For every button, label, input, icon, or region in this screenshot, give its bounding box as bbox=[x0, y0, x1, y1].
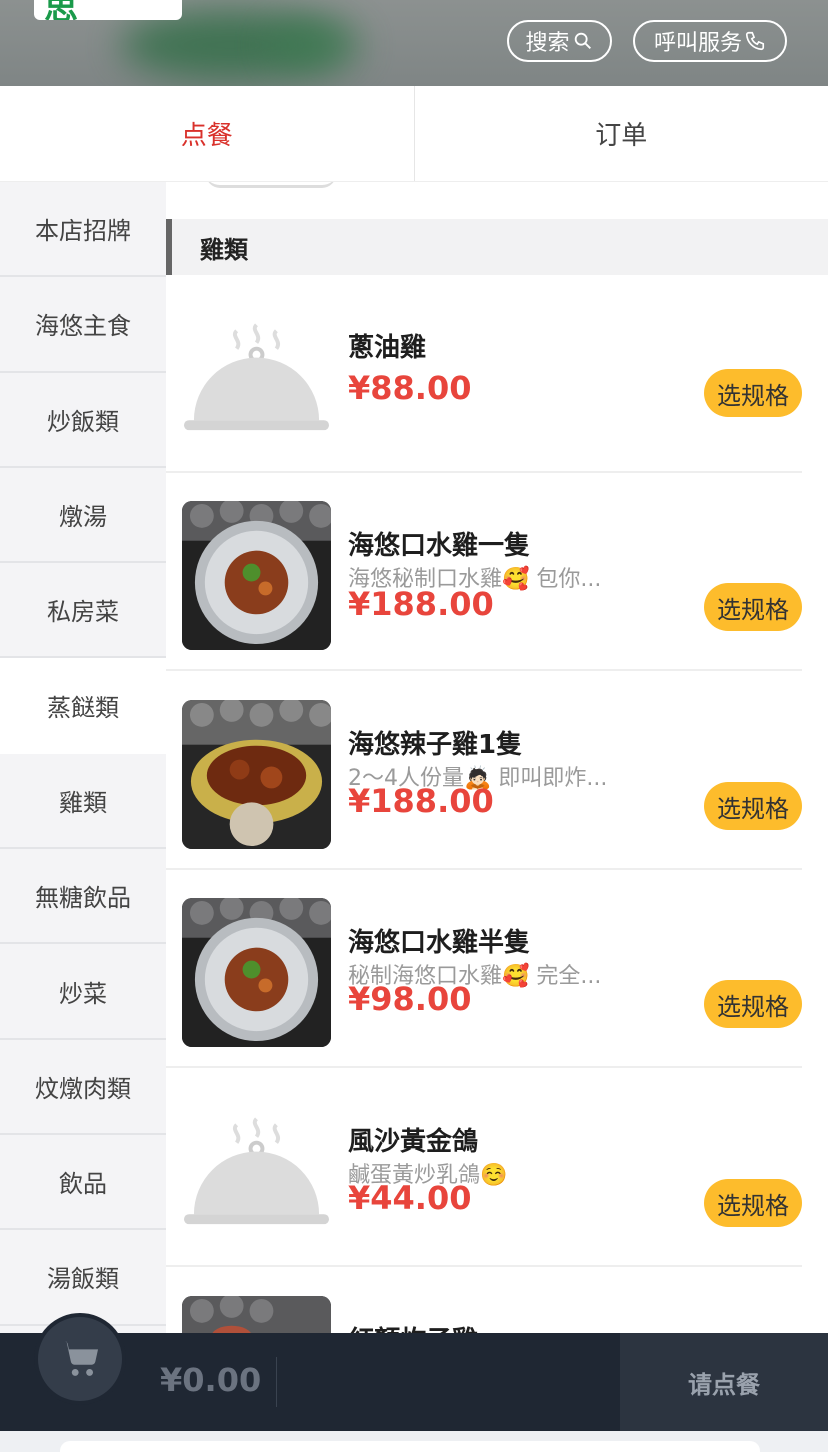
menu-item[interactable]: 海悠口水雞半隻 秘制海悠口水雞🥰 完全... ¥98.00 选规格 bbox=[166, 870, 802, 1068]
sidebar-item-drinks[interactable]: 飲品 bbox=[0, 1135, 166, 1231]
search-icon bbox=[574, 32, 591, 49]
previous-item-edge bbox=[206, 182, 336, 188]
dish-photo bbox=[182, 700, 331, 849]
category-sidebar: 本店招牌 海悠主食 炒飯類 燉湯 私房菜 蒸餸類 雞類 無糖飲品 炒菜 炆燉肉類… bbox=[0, 182, 166, 1333]
dish-photo bbox=[182, 1296, 331, 1333]
sidebar-item-sugar-free-drinks[interactable]: 無糖飲品 bbox=[0, 849, 166, 945]
sidebar-item-braised-meat[interactable]: 炆燉肉類 bbox=[0, 1040, 166, 1135]
select-spec-button[interactable]: 选规格 bbox=[704, 369, 802, 417]
dish-photo bbox=[182, 898, 331, 1047]
menu-item[interactable]: 海悠口水雞一隻 海悠秘制口水雞🥰 包你... ¥188.00 选规格 bbox=[166, 473, 802, 671]
main-tabs: 点餐 订单 bbox=[0, 86, 828, 182]
item-name: 蔥油雞 bbox=[348, 333, 427, 363]
menu-item[interactable]: 蔥油雞 ¥88.00 选规格 bbox=[166, 275, 802, 473]
cart-icon bbox=[60, 1341, 99, 1376]
search-label: 搜索 bbox=[525, 31, 570, 56]
item-name: 海悠口水雞半隻 bbox=[348, 928, 531, 958]
store-logo: 思 bbox=[34, 0, 182, 20]
menu-item[interactable]: 紅顏炸子雞 bbox=[166, 1268, 802, 1333]
select-spec-button[interactable]: 选规格 bbox=[704, 583, 802, 631]
menu-item[interactable]: 風沙黃金鴿 鹹蛋黃炒乳鴿☺️ ¥44.00 选规格 bbox=[166, 1069, 802, 1267]
phone-icon bbox=[745, 31, 765, 51]
cart-total: ¥0.00 bbox=[160, 1361, 262, 1399]
section-header: 雞類 bbox=[166, 219, 828, 275]
placeholder-cloche-icon bbox=[182, 303, 331, 452]
select-spec-button[interactable]: 选规格 bbox=[704, 1179, 802, 1227]
sidebar-item-soup-rice[interactable]: 湯飯類 bbox=[0, 1230, 166, 1326]
store-banner: 思 搜索 呼叫服务 bbox=[0, 0, 828, 86]
sidebar-item-chicken[interactable]: 雞類 bbox=[0, 754, 166, 850]
call-service-button[interactable]: 呼叫服务 bbox=[633, 20, 787, 62]
bottom-safe-area bbox=[0, 1431, 828, 1452]
item-name: 風沙黃金鴿 bbox=[348, 1127, 479, 1157]
item-price: ¥188.00 bbox=[348, 585, 494, 623]
sidebar-item-fried-rice[interactable]: 炒飯類 bbox=[0, 373, 166, 468]
placeholder-cloche-icon bbox=[182, 1097, 331, 1246]
menu-list[interactable]: 雞類 蔥油雞 ¥88.00 选规格 海悠口水雞一隻 海悠秘制口水雞🥰 包你...… bbox=[166, 182, 828, 1333]
cart-divider bbox=[276, 1357, 277, 1407]
menu-item[interactable]: 海悠辣子雞1隻 2～4人份量🙇🏻 即叫即炸... ¥188.00 选规格 bbox=[166, 672, 802, 870]
cart-bar: ¥0.00 请点餐 bbox=[0, 1313, 828, 1431]
search-button[interactable]: 搜索 bbox=[507, 20, 612, 62]
item-price: ¥98.00 bbox=[348, 980, 472, 1018]
tab-order-food[interactable]: 点餐 bbox=[0, 86, 415, 181]
call-service-label: 呼叫服务 bbox=[653, 31, 742, 56]
select-spec-button[interactable]: 选规格 bbox=[704, 980, 802, 1028]
sidebar-item-private-dishes[interactable]: 私房菜 bbox=[0, 563, 166, 659]
item-price: ¥88.00 bbox=[348, 369, 472, 407]
item-name: 海悠辣子雞1隻 bbox=[348, 730, 523, 760]
item-name: 海悠口水雞一隻 bbox=[348, 531, 531, 561]
tab-orders[interactable]: 订单 bbox=[415, 86, 828, 181]
app-root: 思 搜索 呼叫服务 点餐 订单 本店招牌 海悠主食 炒飯類 燉湯 私房菜 蒸餸類… bbox=[0, 0, 828, 1452]
sidebar-item-soup[interactable]: 燉湯 bbox=[0, 468, 166, 564]
item-price: ¥44.00 bbox=[348, 1179, 472, 1217]
item-price: ¥188.00 bbox=[348, 782, 494, 820]
sidebar-item-stir-fry[interactable]: 炒菜 bbox=[0, 944, 166, 1040]
item-name: 紅顏炸子雞 bbox=[348, 1320, 478, 1333]
dish-photo bbox=[182, 501, 331, 650]
sidebar-item-steamed[interactable]: 蒸餸類 bbox=[0, 658, 166, 754]
checkout-button[interactable]: 请点餐 bbox=[620, 1333, 828, 1431]
select-spec-button[interactable]: 选规格 bbox=[704, 782, 802, 830]
cart-button[interactable] bbox=[34, 1313, 126, 1405]
sidebar-item-signature[interactable]: 本店招牌 bbox=[0, 182, 166, 278]
sidebar-item-staples[interactable]: 海悠主食 bbox=[0, 277, 166, 373]
